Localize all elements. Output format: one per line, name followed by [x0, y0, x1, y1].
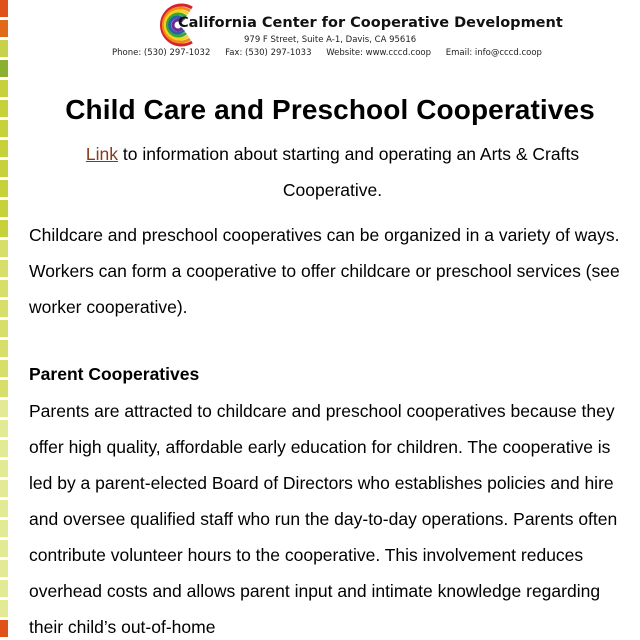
stripe-segment — [0, 140, 8, 157]
org-fax: Fax: (530) 297-1033 — [225, 48, 312, 58]
stripe-segment — [0, 200, 8, 217]
stripe-segment — [0, 360, 8, 377]
stripe-segment — [0, 400, 8, 417]
stripe-segment — [0, 600, 8, 617]
stripe-segment — [0, 540, 8, 557]
org-email[interactable]: Email: info@cccd.coop — [446, 48, 542, 58]
section-heading-parent-coops: Parent Cooperatives — [29, 364, 200, 384]
stripe-segment — [0, 460, 8, 477]
intro-line: Link to information about starting and o… — [40, 136, 625, 208]
stripe-segment — [0, 220, 8, 237]
stripe-segment — [0, 280, 8, 297]
org-contacts: Phone: (530) 297-1032 Fax: (530) 297-103… — [112, 48, 554, 58]
stripe-segment — [0, 620, 8, 637]
stripe-segment — [0, 260, 8, 277]
arts-crafts-link[interactable]: Link — [86, 144, 118, 164]
org-name: California Center for Cooperative Develo… — [178, 15, 563, 31]
stripe-segment — [0, 160, 8, 177]
stripe-segment — [0, 180, 8, 197]
stripe-segment — [0, 420, 8, 437]
intro-text: to information about starting and operat… — [118, 144, 580, 200]
stripe-segment — [0, 240, 8, 257]
page-title: Child Care and Preschool Cooperatives — [65, 94, 595, 125]
stripe-segment — [0, 520, 8, 537]
paragraph-parent-coops: Parents are attracted to childcare and p… — [29, 401, 618, 637]
stripe-segment — [0, 480, 8, 497]
org-website[interactable]: Website: www.cccd.coop — [326, 48, 431, 58]
stripe-segment — [0, 500, 8, 517]
paragraph-overview: Childcare and preschool cooperatives can… — [29, 225, 620, 317]
stripe-segment — [0, 300, 8, 317]
stripe-segment — [0, 340, 8, 357]
org-address: 979 F Street, Suite A-1, Davis, CA 95616 — [244, 35, 417, 45]
org-phone: Phone: (530) 297-1032 — [112, 48, 211, 58]
letterhead: California Center for Cooperative Develo… — [0, 0, 640, 70]
stripe-segment — [0, 320, 8, 337]
stripe-segment — [0, 380, 8, 397]
stripe-segment — [0, 580, 8, 597]
stripe-segment — [0, 560, 8, 577]
stripe-segment — [0, 440, 8, 457]
